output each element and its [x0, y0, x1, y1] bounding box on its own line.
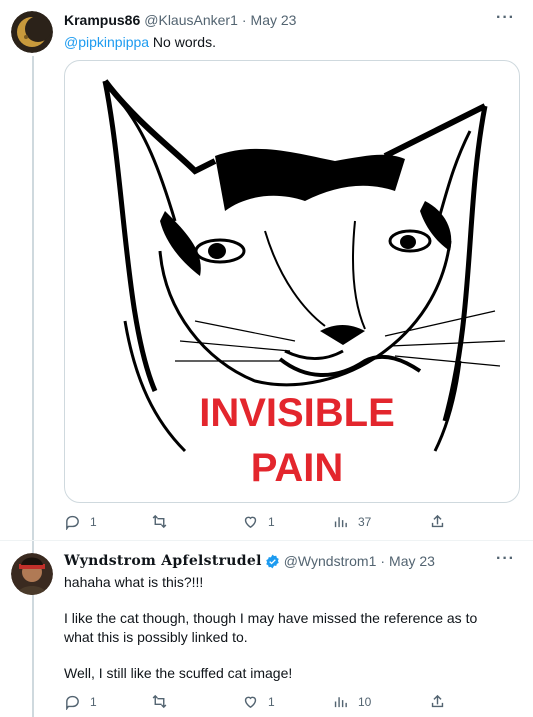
tweet-krampus86[interactable]: Krampus86 @KlausAnker1 · May 23 ··· @pip…: [0, 0, 533, 717]
like-button[interactable]: 1: [242, 513, 275, 530]
tweet-image[interactable]: INVISIBLE PAIN: [64, 60, 520, 503]
tweet-wyndstrom[interactable]: Wyndstrom Apfelstrudel @Wyndstrom1 · May…: [0, 541, 533, 717]
retweet-icon: [152, 514, 167, 529]
retweet-button[interactable]: [151, 693, 177, 710]
views-button[interactable]: 37: [332, 513, 371, 530]
tweet-header: Krampus86 @KlausAnker1 · May 23: [64, 12, 296, 28]
mention-link[interactable]: @pipkinpippa: [64, 34, 149, 50]
tweet-text: @pipkinpippa No words.: [64, 33, 504, 52]
tweet-text-line-3: Well, I still like the scuffed cat image…: [64, 665, 293, 681]
moon-avatar-icon: [11, 11, 53, 53]
display-name[interactable]: Krampus86: [64, 12, 140, 28]
views-chart-icon: [334, 697, 347, 708]
heart-icon: [244, 516, 257, 529]
more-options-icon[interactable]: ···: [496, 9, 515, 27]
separator-dot: ·: [380, 553, 386, 569]
tweet-date[interactable]: May 23: [389, 553, 435, 569]
views-button[interactable]: 10: [332, 693, 371, 710]
like-button[interactable]: 1: [242, 693, 275, 710]
tweet-actions: 1 1 10: [64, 693, 484, 713]
share-icon: [431, 514, 444, 528]
user-handle[interactable]: @Wyndstrom1: [284, 553, 377, 569]
share-icon: [431, 694, 444, 708]
share-button[interactable]: [429, 693, 446, 710]
more-options-icon[interactable]: ···: [496, 550, 515, 568]
view-count: 10: [358, 694, 372, 709]
reply-icon: [66, 515, 79, 530]
cat-sketch-image: INVISIBLE PAIN: [102, 79, 506, 490]
person-avatar-icon: [11, 553, 53, 595]
tweet-body: No words.: [149, 34, 216, 50]
avatar-krampus86[interactable]: [11, 11, 53, 53]
tweet-header: Wyndstrom Apfelstrudel @Wyndstrom1 · May…: [64, 553, 435, 569]
tweet-actions: 1 1 37: [64, 513, 484, 533]
tweet-date[interactable]: May 23: [251, 12, 297, 28]
like-count: 1: [268, 694, 275, 709]
tweet-text-line-2: I like the cat though, though I may have…: [64, 610, 478, 645]
views-chart-icon: [334, 517, 347, 528]
display-name[interactable]: Wyndstrom Apfelstrudel: [64, 553, 262, 569]
reply-button[interactable]: 1: [64, 693, 97, 710]
reply-count: 1: [90, 514, 97, 529]
separator-dot: ·: [241, 12, 247, 28]
image-caption-line1: INVISIBLE: [199, 391, 395, 435]
user-handle[interactable]: @KlausAnker1: [144, 12, 238, 28]
tweet-text-line-1: hahaha what is this?!!!: [64, 574, 204, 590]
reply-icon: [66, 695, 79, 710]
like-count: 1: [268, 514, 275, 529]
share-button[interactable]: [429, 513, 446, 530]
reply-button[interactable]: 1: [64, 513, 97, 530]
verified-badge-icon: [265, 554, 279, 568]
retweet-icon: [152, 694, 167, 709]
image-caption-line2: PAIN: [251, 446, 344, 490]
heart-icon: [244, 696, 257, 709]
reply-count: 1: [90, 694, 97, 709]
avatar-wyndstrom[interactable]: [11, 553, 53, 595]
retweet-button[interactable]: [151, 513, 177, 530]
view-count: 37: [358, 514, 372, 529]
